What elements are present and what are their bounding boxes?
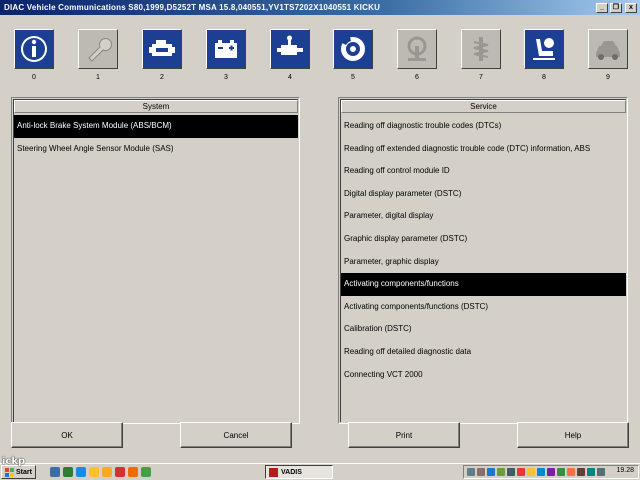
tools-icon[interactable] (114, 467, 125, 477)
speaker-icon[interactable] (597, 468, 605, 476)
main-window: 0 1 2 3 4 5 6 7 8 9 System Anti-lock Brake System… (0, 15, 640, 463)
list-item[interactable]: Anti-lock Brake System Module (ABS/BCM) (14, 115, 298, 138)
print-button[interactable]: Print (348, 422, 460, 448)
chrome-icon[interactable] (140, 467, 151, 477)
toolbar-number: 3 (224, 74, 228, 81)
toolbar-button-3[interactable]: 3 (204, 29, 248, 85)
system-list-rows: Anti-lock Brake System Module (ABS/BCM) S… (14, 113, 298, 160)
service-list[interactable]: Service Reading off diagnostic trouble c… (338, 97, 628, 424)
taskbar-item-vadis[interactable]: VADIS (265, 465, 333, 479)
list-item[interactable]: Activating components/functions (DSTC) (341, 296, 626, 319)
ie-icon[interactable] (75, 467, 86, 477)
vadis-icon (269, 467, 278, 477)
toolbar-number: 1 (96, 74, 100, 81)
taskbar-item-label: VADIS (281, 468, 302, 476)
folder-icon[interactable] (88, 467, 99, 477)
battery-icon (206, 29, 246, 69)
minimize-button[interactable]: _ (596, 2, 608, 13)
media-icon[interactable] (127, 467, 138, 477)
tray-icon[interactable] (547, 468, 555, 476)
steering-icon (397, 29, 437, 69)
list-item[interactable]: Steering Wheel Angle Sensor Module (SAS) (14, 138, 298, 161)
list-item[interactable]: Reading off detailed diagnostic data (341, 341, 626, 364)
toolbar-button-0[interactable]: 0 (12, 29, 56, 85)
start-label: Start (16, 468, 32, 476)
toolbar-button-8[interactable]: 8 (522, 29, 566, 85)
suspension-icon (461, 29, 501, 69)
toolbar-number: 0 (32, 74, 36, 81)
tray-icon[interactable] (537, 468, 545, 476)
tray-icon[interactable] (497, 468, 505, 476)
tray-icon[interactable] (467, 468, 475, 476)
toolbar-number: 2 (160, 74, 164, 81)
toolbar-button-5[interactable]: 5 (331, 29, 375, 85)
service-list-header: Service (341, 100, 626, 113)
help-button[interactable]: Help (517, 422, 629, 448)
windows-logo-icon (5, 467, 14, 477)
transmission-icon (270, 29, 310, 69)
list-item[interactable]: Parameter, graphic display (341, 251, 626, 274)
taskbar: Start VADIS 19.28 (0, 463, 640, 480)
globe-icon[interactable] (62, 467, 73, 477)
list-item[interactable]: Reading off extended diagnostic trouble … (341, 138, 626, 161)
car-body-icon (588, 29, 628, 69)
toolbar-number: 4 (288, 74, 292, 81)
toolbar-number: 5 (351, 74, 355, 81)
toolbar-button-6[interactable]: 6 (395, 29, 439, 85)
brake-disc-icon (333, 29, 373, 69)
seat-airbag-icon (524, 29, 564, 69)
clock: 19.28 (616, 467, 634, 474)
toolbar-button-7[interactable]: 7 (459, 29, 503, 85)
list-item[interactable]: Calibration (DSTC) (341, 318, 626, 341)
smiley-icon[interactable] (101, 467, 112, 477)
toolbar-number: 6 (415, 74, 419, 81)
cancel-button[interactable]: Cancel (180, 422, 292, 448)
toolbar-button-1[interactable]: 1 (76, 29, 120, 85)
start-button[interactable]: Start (1, 465, 36, 479)
title-bar: DIAC Vehicle Communications S80,1999,D52… (0, 0, 640, 15)
system-list-header: System (14, 100, 298, 113)
watermark: ickp (2, 456, 26, 467)
toolbar-button-2[interactable]: 2 (140, 29, 184, 85)
ok-button[interactable]: OK (11, 422, 123, 448)
window-title: DIAC Vehicle Communications S80,1999,D52… (4, 3, 381, 12)
restore-button[interactable]: ❐ (610, 2, 622, 13)
wrench-icon (78, 29, 118, 69)
tray-icon[interactable] (527, 468, 535, 476)
engine-icon (142, 29, 182, 69)
quick-launch (49, 467, 151, 477)
tray-icon[interactable] (587, 468, 595, 476)
toolbar-button-4[interactable]: 4 (268, 29, 312, 85)
tray-icon[interactable] (567, 468, 575, 476)
list-item[interactable]: Parameter, digital display (341, 205, 626, 228)
list-item[interactable]: Reading off diagnostic trouble codes (DT… (341, 115, 626, 138)
list-item[interactable]: Reading off control module ID (341, 160, 626, 183)
close-button[interactable]: x (625, 2, 637, 13)
list-item[interactable]: Graphic display parameter (DSTC) (341, 228, 626, 251)
tray-icon[interactable] (477, 468, 485, 476)
system-tray: 19.28 (463, 465, 639, 479)
info-icon (14, 29, 54, 69)
tray-icon[interactable] (557, 468, 565, 476)
list-item[interactable]: Activating components/functions (341, 273, 626, 296)
tray-icon[interactable] (517, 468, 525, 476)
list-item[interactable]: Digital display parameter (DSTC) (341, 183, 626, 206)
service-list-rows: Reading off diagnostic trouble codes (DT… (341, 113, 626, 386)
list-item[interactable]: Connecting VCT 2000 (341, 364, 626, 387)
tray-icon[interactable] (577, 468, 585, 476)
tray-icon[interactable] (487, 468, 495, 476)
toolbar-number: 9 (606, 74, 610, 81)
desktop-icon[interactable] (49, 467, 60, 477)
toolbar-button-9[interactable]: 9 (586, 29, 630, 85)
tray-icon[interactable] (507, 468, 515, 476)
toolbar-number: 7 (479, 74, 483, 81)
toolbar-number: 8 (542, 74, 546, 81)
system-list[interactable]: System Anti-lock Brake System Module (AB… (11, 97, 300, 424)
